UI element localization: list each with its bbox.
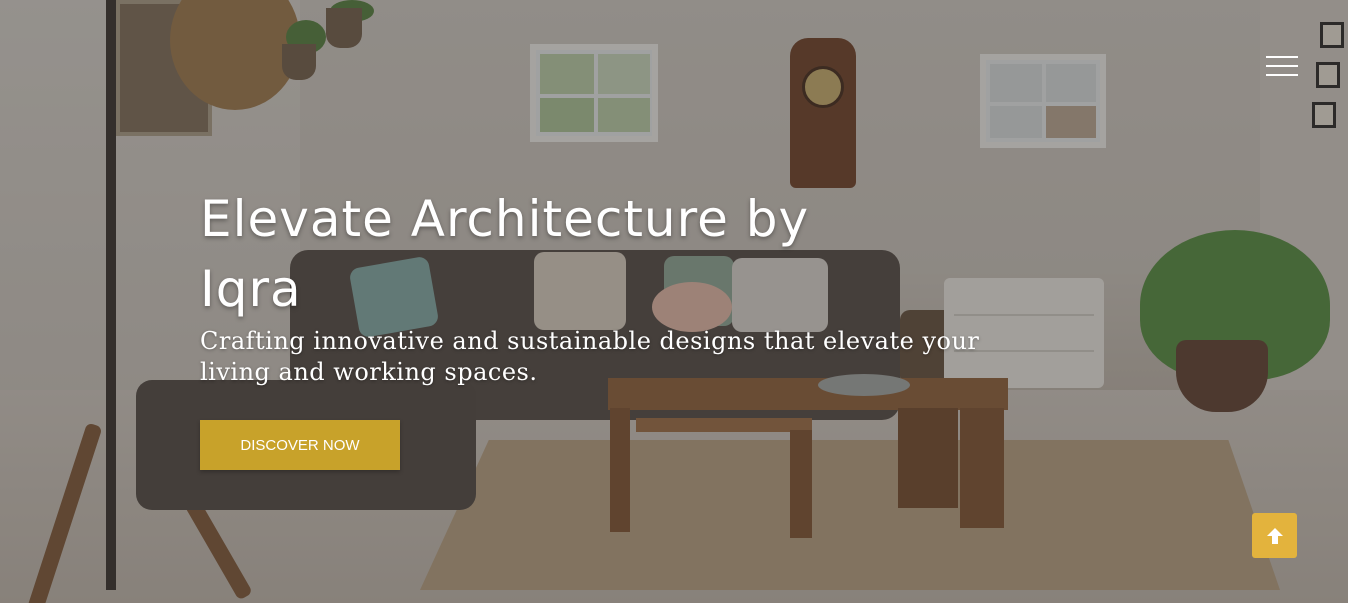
- hero-subtitle: Crafting innovative and sustainable desi…: [200, 327, 980, 386]
- hero-section: Elevate Architecture by Iqra Crafting in…: [0, 0, 1348, 603]
- discover-now-button[interactable]: DISCOVER NOW: [200, 420, 400, 470]
- hero-headline: Elevate Architecture by Iqra: [200, 190, 810, 318]
- hero-content: Elevate Architecture by Iqra Crafting in…: [200, 184, 990, 470]
- arrow-up-icon: [1266, 527, 1283, 544]
- hamburger-menu-icon[interactable]: [1266, 56, 1298, 78]
- scroll-to-top-button[interactable]: [1252, 513, 1297, 558]
